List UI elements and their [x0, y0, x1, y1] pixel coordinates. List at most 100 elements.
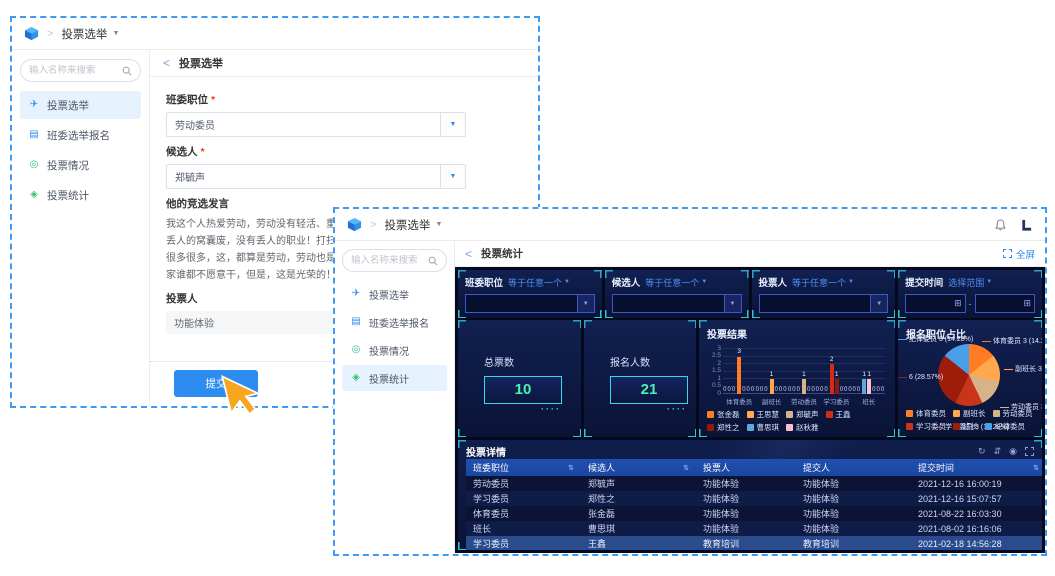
search-input[interactable] — [351, 255, 428, 266]
dropdown-button[interactable]: ▼ — [723, 295, 741, 312]
column-header[interactable]: 投票人 — [696, 459, 796, 476]
filter-operator-dropdown[interactable]: 等于任意一个 ▼ — [508, 276, 570, 289]
stats-row: 总票数 10 报名人数 21 投票结果 00.511.522.530003000… — [458, 320, 1042, 437]
filter-operator-dropdown[interactable]: 选择范围 ▼ — [948, 276, 992, 289]
table-cell: 功能体验 — [796, 506, 911, 521]
calendar-icon[interactable]: ⊞ — [954, 298, 962, 309]
sidebar-item-label: 班委选举报名 — [369, 318, 429, 330]
sidebar-item-4[interactable]: ◈ 投票统计 — [20, 181, 141, 209]
bar-value-label: 1 — [802, 370, 806, 378]
back-chevron-icon[interactable]: < — [163, 56, 170, 70]
sidebar-item-2[interactable]: ▤ 班委选举报名 — [342, 309, 447, 335]
table-cell: 班长 — [466, 521, 581, 536]
candidate-select[interactable]: 郑毓声 ▼ — [166, 164, 466, 189]
pie-label-line — [898, 377, 907, 378]
bar-value-label: 1 — [769, 370, 774, 378]
sort-icon[interactable]: ⇅ — [683, 464, 689, 472]
table-row[interactable]: 学习委员 郑性之 功能体验 功能体验 2021-12-16 15:07:57 — [466, 491, 1042, 506]
legend-item: 王思慧 — [746, 409, 779, 420]
search-input[interactable] — [29, 65, 122, 76]
expand-icon[interactable] — [1025, 446, 1034, 456]
filter-2: 候选人 等于任意一个 ▼ ▼ — [605, 270, 749, 318]
bar-x-label: 体育委员 — [726, 399, 753, 406]
sidebar-search — [342, 249, 447, 272]
table-cell: 教育培训 — [796, 536, 911, 550]
filter-value-select[interactable]: ▼ — [465, 294, 595, 313]
sidebar-menu: ✈ 投票选举 ▤ 班委选举报名 ◎ 投票情况 ◈ 投票统计 — [20, 91, 141, 209]
sidebar-item-3[interactable]: ◎ 投票情况 — [342, 337, 447, 363]
calendar-icon[interactable]: ⊞ — [1023, 298, 1031, 309]
bar-group: 000 3 000 — [723, 348, 756, 394]
status-icon: ◎ — [29, 159, 39, 170]
column-header[interactable]: 提交时间 ⇅ — [911, 459, 1042, 476]
registrants-panel: 报名人数 21 — [584, 320, 696, 437]
sidebar-item-1[interactable]: ✈ 投票选举 — [20, 91, 141, 119]
bar-郑性之 — [834, 379, 839, 394]
legend-swatch — [992, 410, 1000, 417]
filter-value-select[interactable]: ▼ — [611, 294, 742, 313]
sidebar-item-3[interactable]: ◎ 投票情况 — [20, 151, 141, 179]
table-cell: 功能体验 — [696, 521, 796, 536]
pie-label-line — [898, 338, 907, 340]
table-cell: 张金磊 — [581, 506, 696, 521]
caret-down-icon[interactable]: ▼ — [112, 30, 119, 37]
table-cell: 2021-12-16 15:07:57 — [911, 491, 1042, 506]
column-header[interactable]: 班委职位 ⇅ — [466, 459, 581, 476]
stats-icon: ◈ — [30, 189, 38, 200]
sidebar-item-label: 班委选举报名 — [47, 129, 110, 142]
table-cell: 功能体验 — [796, 491, 911, 506]
back-chevron-icon[interactable]: < — [465, 247, 472, 261]
sidebar-item-label: 投票选举 — [369, 290, 409, 302]
legend-swatch — [953, 410, 960, 417]
filter-label: 班委职位 — [465, 278, 504, 289]
table-row[interactable]: 劳动委员 郑毓声 功能体验 功能体验 2021-12-16 16:00:19 — [466, 476, 1042, 491]
sidebar-item-4[interactable]: ◈ 投票统计 — [342, 365, 447, 391]
column-header[interactable]: 提交人 — [796, 459, 911, 476]
sidebar-item-1[interactable]: ✈ 投票选举 — [342, 281, 447, 307]
refresh-icon[interactable]: ↻ — [978, 446, 986, 457]
legend-swatch — [906, 423, 913, 430]
table-cell: 学习委员 — [466, 491, 581, 506]
sort-icon[interactable]: ⇅ — [1033, 464, 1039, 472]
bar-value-label: 3 — [737, 348, 741, 355]
bar-chart-x-axis: 体育委员 副班长 劳动委员 学习委员 班长 — [723, 396, 885, 406]
bell-icon[interactable] — [995, 218, 1006, 231]
cursor-icon — [1022, 219, 1032, 231]
sort-columns-icon[interactable]: ⇵ — [994, 446, 1002, 457]
sidebar-item-label: 投票选举 — [47, 99, 89, 112]
date-start-input[interactable]: ⊞ — [905, 294, 966, 313]
filter-value-select[interactable]: ▼ — [758, 294, 889, 313]
page-title-bar: < 投票选举 — [150, 50, 538, 77]
dropdown-button[interactable]: ▼ — [440, 113, 465, 136]
filter-operator-dropdown[interactable]: 等于任意一个 ▼ — [792, 276, 854, 289]
legend-swatch — [746, 424, 754, 431]
vote-result-chart-panel: 投票结果 0 0.5 1 1.5 2 2.5 3 000 3 000 000 1 000 000 1 000 0… — [699, 320, 895, 437]
filter-operator-dropdown[interactable]: 等于任意一个 ▼ — [645, 276, 707, 289]
bar-value-label: 1 — [867, 370, 871, 378]
page-title: 投票统计 — [481, 248, 524, 260]
dropdown-button[interactable]: ▼ — [870, 295, 888, 312]
table-cell: 2021-08-22 16:03:30 — [911, 506, 1042, 521]
table-cell: 劳动委员 — [466, 476, 581, 491]
table-row[interactable]: 学习委员 王鑫 教育培训 教育培训 2021-02-18 14:56:28 — [466, 536, 1042, 550]
breadcrumb[interactable]: 投票选举 — [61, 26, 107, 42]
caret-down-icon[interactable]: ▼ — [435, 221, 442, 228]
fullscreen-button[interactable]: 全屏 — [1002, 247, 1035, 261]
date-end-input[interactable]: ⊞ — [974, 294, 1035, 313]
sort-icon[interactable]: ⇅ — [568, 464, 574, 472]
pie-label-line — [1004, 368, 1013, 370]
table-cell: 2021-08-02 16:16:06 — [911, 521, 1042, 536]
dropdown-button[interactable]: ▼ — [576, 295, 594, 312]
dropdown-button[interactable]: ▼ — [440, 165, 465, 188]
breadcrumb[interactable]: 投票选举 — [384, 217, 430, 233]
filter-label: 候选人 — [611, 278, 641, 289]
sidebar-item-2[interactable]: ▤ 班委选举报名 — [20, 121, 141, 149]
eye-icon[interactable]: ◉ — [1009, 446, 1017, 457]
position-select[interactable]: 劳动委员 ▼ — [166, 112, 466, 137]
table-row[interactable]: 班长 曹思琪 功能体验 功能体验 2021-08-02 16:16:06 — [466, 521, 1042, 536]
table-row[interactable]: 体育委员 张金磊 功能体验 功能体验 2021-08-22 16:03:30 — [466, 506, 1042, 521]
window-dashboard: > 投票选举 ▼ ✈ 投票选举 ▤ 班委选举报名 ◎ 投票情况 ◈ 投票统计 — [333, 207, 1047, 556]
column-header[interactable]: 候选人 ⇅ — [581, 459, 696, 476]
filter-row: 班委职位 等于任意一个 ▼ ▼ 候选人 等于任意一个 ▼ ▼ 投票人 等于任意一个 ▼ ▼ 提交时… — [458, 270, 1042, 317]
vote-detail-table-panel: 投票详情 ↻ ⇵ ◉ 班委职位 ⇅ 候选人 ⇅ 投票人 提交人 提交时间 ⇅ 劳动委员 郑毓声功… — [458, 440, 1042, 550]
